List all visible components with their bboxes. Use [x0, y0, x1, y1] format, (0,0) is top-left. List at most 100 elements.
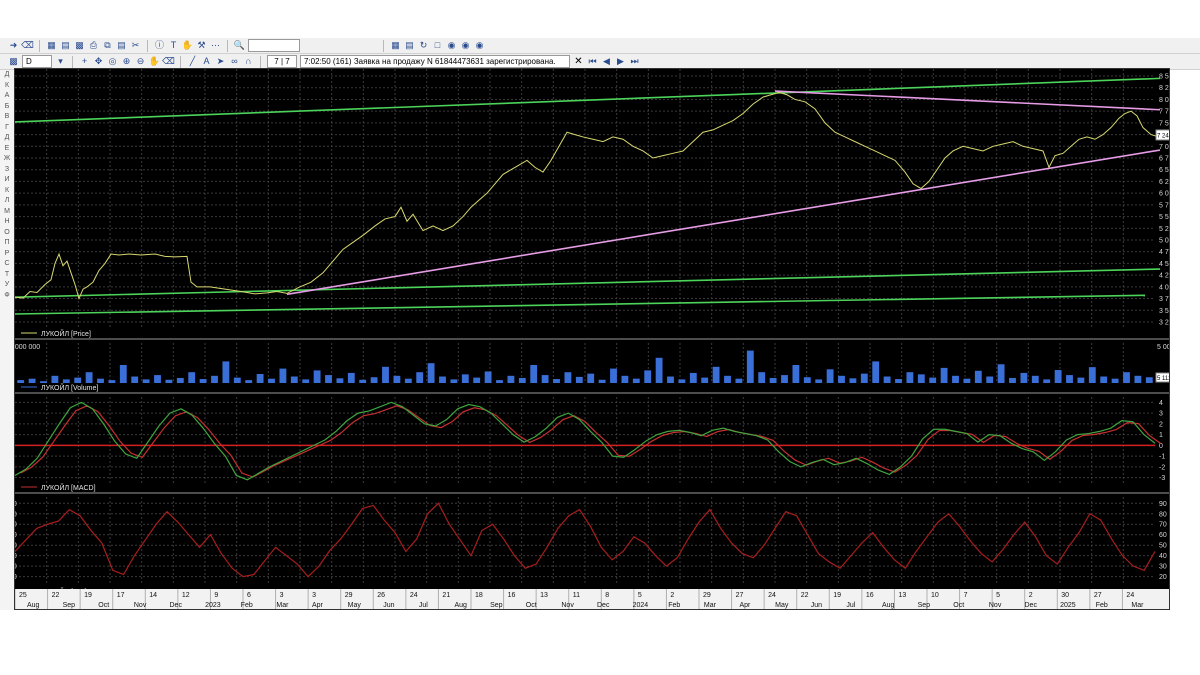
cut-icon[interactable]: ✂	[130, 40, 141, 51]
db-icon[interactable]: ◉	[446, 40, 457, 51]
volume-bar	[701, 377, 709, 383]
chart-icon[interactable]: ▦	[390, 40, 401, 51]
hand-icon[interactable]: ✋	[182, 40, 193, 51]
db-icon3[interactable]: ◉	[474, 40, 485, 51]
tools-icon[interactable]: ⚒	[196, 40, 207, 51]
volume-bar	[1043, 379, 1051, 383]
print-icon[interactable]: ⎙	[88, 40, 99, 51]
save-icon[interactable]: ▩	[74, 40, 85, 51]
volume-bar	[268, 378, 275, 383]
volume-bar	[108, 380, 116, 383]
date-month-label: Jun	[811, 602, 822, 609]
volume-bar	[1031, 375, 1039, 383]
exit-icon[interactable]: ⌫	[21, 40, 34, 51]
eraser-icon[interactable]: ⌫	[162, 56, 175, 67]
date-day-label: 6	[247, 592, 251, 599]
last-icon[interactable]: ⏭	[629, 56, 640, 67]
prev-icon[interactable]: ◀	[601, 56, 612, 67]
chart-type-icon[interactable]: ▩	[8, 56, 19, 67]
folder-icon[interactable]: □	[432, 40, 443, 51]
refresh-icon[interactable]: ↻	[418, 40, 429, 51]
date-month-label: Nov	[561, 602, 574, 609]
date-day-label: 22	[52, 592, 60, 599]
open-icon[interactable]: ▤	[60, 40, 71, 51]
price-tick-label: 6 000	[1159, 191, 1169, 198]
gutter-letter: С	[4, 260, 10, 267]
chevron-down-icon[interactable]: ▾	[55, 56, 66, 67]
new-icon[interactable]: ▦	[46, 40, 57, 51]
db-icon2[interactable]: ◉	[460, 40, 471, 51]
macd-signal-line	[20, 405, 1161, 478]
arrow-tool-icon[interactable]: ➤	[215, 56, 226, 67]
zoom-icon[interactable]: 🔍	[234, 40, 245, 51]
macd-tick-right: 2	[1159, 421, 1163, 428]
gutter-letter: Д	[4, 71, 10, 78]
date-day-label: 24	[410, 592, 418, 599]
more-icon[interactable]: ⋯	[210, 40, 221, 51]
page-icon[interactable]: ▤	[404, 40, 415, 51]
date-month-label: Sep	[490, 602, 503, 609]
target-icon[interactable]: ◎	[107, 56, 118, 67]
volume-bar	[678, 379, 686, 383]
volume-bar	[1123, 372, 1130, 383]
paste-icon[interactable]: ▤	[116, 40, 127, 51]
volume-bar	[541, 375, 549, 383]
macd-tick-right: -3	[1159, 475, 1165, 482]
price-tick-label: 3 500	[1159, 308, 1169, 315]
close-icon[interactable]: ✕	[573, 56, 584, 67]
arrow-right-icon[interactable]: ➜	[8, 40, 19, 51]
gutter-letter: К	[4, 81, 10, 89]
volume-bar	[530, 365, 538, 383]
volume-bar	[735, 378, 743, 383]
volume-bar	[712, 366, 720, 383]
volume-bar	[1111, 378, 1119, 383]
crosshair-icon[interactable]: +	[79, 56, 90, 67]
first-icon[interactable]: ⏮	[587, 56, 598, 67]
info-icon[interactable]: ⓘ	[154, 40, 165, 51]
status-message-field[interactable]: 7:02:50 (161) Заявка на продажу N 618444…	[300, 55, 570, 68]
magnet-icon[interactable]: ∩	[243, 56, 254, 67]
move-icon[interactable]: ✥	[93, 56, 104, 67]
rsi-tick-right: 30	[1159, 564, 1167, 571]
line-tool-icon[interactable]: ╱	[187, 56, 198, 67]
price-tick-label: 8 250	[1159, 85, 1169, 92]
date-day-label: 22	[801, 592, 809, 599]
pan-icon[interactable]: ✋	[149, 56, 160, 67]
date-day-label: 12	[182, 592, 190, 599]
volume-bar	[838, 375, 845, 383]
volume-bar	[62, 379, 70, 383]
volume-bar	[51, 375, 59, 383]
link-icon[interactable]: ∞	[229, 56, 240, 67]
price-legend: ЛУКОЙЛ [Price]	[41, 329, 91, 338]
date-month-label: Dec	[170, 602, 183, 609]
timeframe-select[interactable]: D	[22, 55, 52, 68]
text-icon[interactable]: T	[168, 40, 179, 51]
volume-bar	[450, 379, 458, 383]
chart-area[interactable]: 8 5008 2508 0007 7507 5007 2507 0006 750…	[9, 68, 1188, 611]
volume-bar	[1054, 370, 1062, 383]
zoom-in-icon[interactable]: ⊕	[121, 56, 132, 67]
chart-canvas[interactable]: 8 5008 2508 0007 7507 5007 2507 0006 750…	[9, 69, 1188, 611]
zoom-out-icon[interactable]: ⊖	[135, 56, 146, 67]
rsi-tick-left: 80	[15, 511, 17, 518]
date-day-label: 30	[1061, 592, 1069, 599]
volume-bar	[245, 380, 253, 383]
copy-icon[interactable]: ⧉	[102, 40, 113, 51]
rsi-tick-left: 50	[15, 543, 17, 550]
volume-bar	[461, 374, 469, 383]
date-day-label: 5	[638, 592, 642, 599]
price-tick-label: 6 750	[1159, 156, 1169, 163]
next-icon[interactable]: ▶	[615, 56, 626, 67]
gutter-letter: Е	[4, 144, 10, 152]
date-day-label: 10	[931, 592, 939, 599]
volume-bar	[154, 375, 161, 383]
rsi-tick-right: 20	[1159, 574, 1167, 581]
macd-tick-right: 4	[1159, 400, 1163, 407]
price-tick-label: 5 250	[1159, 226, 1169, 233]
date-day-label: 3	[280, 592, 284, 599]
volume-bar	[496, 380, 503, 383]
volume-bar	[336, 378, 344, 383]
font-icon[interactable]: A	[201, 56, 212, 67]
search-input[interactable]	[248, 39, 300, 52]
gutter-letter: З	[4, 165, 10, 173]
